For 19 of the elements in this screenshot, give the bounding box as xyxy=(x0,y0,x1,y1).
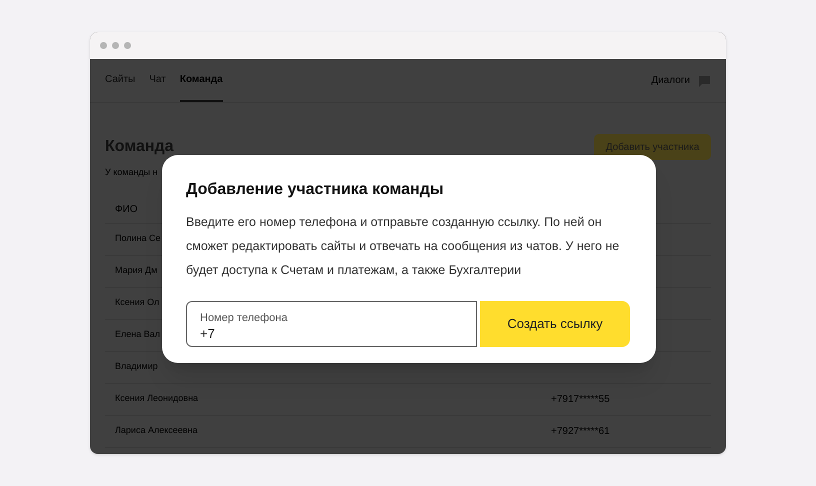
create-link-button[interactable]: Создать ссылку xyxy=(480,301,630,347)
member-name: Ксения Леонидовна xyxy=(115,392,198,406)
member-name: Мария Дм xyxy=(115,264,158,278)
member-name: Лариса Алексеевна xyxy=(115,424,198,438)
member-name: Полина Се xyxy=(115,232,161,246)
member-phone: +7917*****55 xyxy=(551,392,610,406)
modal-title: Добавление участника команды xyxy=(186,180,445,200)
phone-field-label: Номер телефона xyxy=(200,311,288,325)
nav-tab[interactable]: Команда xyxy=(180,59,223,102)
member-phone: +7927*****61 xyxy=(551,424,610,438)
phone-field[interactable]: Номер телефона +7 xyxy=(186,301,477,347)
column-header: ФИО xyxy=(115,202,138,216)
member-name: Ксения Ол xyxy=(115,296,160,310)
member-name: Владимир xyxy=(115,360,158,374)
member-name: Елена Вал xyxy=(115,328,160,342)
dialogs-link[interactable]: Диалоги xyxy=(651,73,690,88)
phone-input[interactable]: +7 xyxy=(200,325,463,342)
modal-description: Введите его номер телефона и отправьте созданную ссылку. По ней он сможет редактировать сайты и отвечать на сообщения из чатов. У него не будет доступа к Счетам и платежам, а также Бухгалтерии xyxy=(186,214,620,279)
page-subtitle: У команды н xyxy=(105,166,158,179)
